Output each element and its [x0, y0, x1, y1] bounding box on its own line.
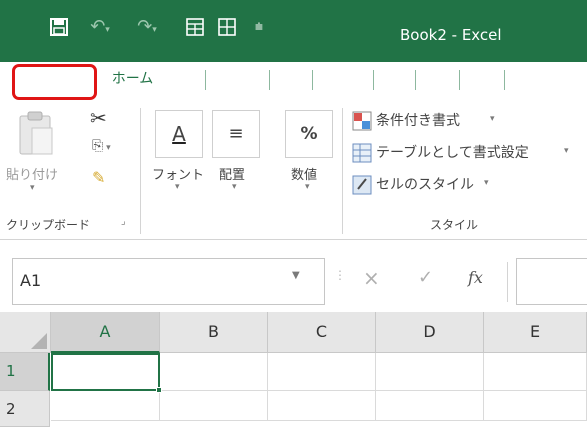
tab-data[interactable]: データ [313, 62, 373, 96]
tab-inquire[interactable]: 検査 [505, 62, 549, 96]
copy-icon[interactable]: ⎘ ▾ [92, 138, 126, 160]
redo-icon[interactable]: ↷▾ [132, 14, 162, 40]
name-box[interactable] [12, 258, 325, 305]
conditional-format-label: 条件付き書式 [376, 113, 460, 129]
alignment-button[interactable]: ≡ [212, 110, 260, 158]
formula-bar-grip[interactable]: ⋮ [334, 268, 346, 282]
tab-insert[interactable]: 挿入 [164, 62, 205, 96]
alignment-label: 配置 [219, 168, 246, 183]
paste-label: 貼り付け [6, 168, 59, 183]
cut-icon[interactable]: ✂ [90, 106, 114, 130]
tab-review[interactable]: 校閲 [374, 62, 415, 96]
column-header-c[interactable]: C [268, 312, 376, 353]
number-dropdown-caret: ▾ [305, 182, 310, 192]
conditional-format-caret: ▾ [490, 114, 495, 124]
enter-icon[interactable]: ✓ [418, 267, 433, 288]
alignment-dropdown-caret: ▾ [232, 182, 237, 192]
format-as-table-icon [352, 143, 372, 163]
paste-button[interactable]: 貼り付け ▾ [6, 110, 62, 202]
formula-input[interactable] [516, 258, 587, 305]
format-painter-icon[interactable]: ✎ [92, 168, 116, 190]
column-header-a[interactable]: A [51, 312, 160, 353]
clipboard-icon [19, 111, 53, 155]
font-button[interactable]: A [155, 110, 203, 158]
clipboard-launcher-icon[interactable]: ⌟ [121, 216, 126, 227]
column-header-b[interactable]: B [160, 312, 268, 353]
cell-e1[interactable] [484, 353, 587, 391]
cell-b1[interactable] [160, 353, 268, 391]
tab-home[interactable]: ホーム [101, 62, 164, 96]
cell-b2[interactable] [160, 391, 268, 421]
clipboard-group-label: クリップボード [6, 218, 91, 232]
number-format-button[interactable]: % [285, 110, 333, 158]
customize-qat-icon[interactable]: ⩧ [252, 14, 266, 40]
cell-d2[interactable] [376, 391, 484, 421]
select-all-button[interactable] [0, 312, 51, 353]
cell-d1[interactable] [376, 353, 484, 391]
table-icon[interactable] [183, 14, 207, 40]
number-label: 数値 [291, 168, 318, 183]
name-box-value: A1 [20, 271, 42, 290]
cell-styles-caret: ▾ [484, 178, 489, 188]
tab-page-layout[interactable]: ページ [206, 62, 269, 96]
cell-c1[interactable] [268, 353, 376, 391]
formula-separator [507, 262, 508, 302]
cell-styles-label: セルのスタイル [376, 177, 474, 193]
percent-icon: % [300, 124, 318, 144]
window-title: Book2 - Excel [400, 26, 502, 44]
undo-icon[interactable]: ↶▾ [85, 14, 115, 40]
group-separator [140, 108, 141, 234]
cell-c2[interactable] [268, 391, 376, 421]
column-header-e[interactable]: E [484, 312, 587, 353]
styles-group-label: スタイル [430, 218, 479, 232]
column-header-d[interactable]: D [376, 312, 484, 353]
row-header-1[interactable]: 1 [0, 353, 50, 391]
conditional-format-icon [352, 111, 372, 131]
tab-formulas[interactable]: 数式 [270, 62, 312, 96]
cell-e2[interactable] [484, 391, 587, 421]
tab-view[interactable]: 表示 [416, 62, 459, 96]
font-label: フォント [152, 168, 205, 183]
save-icon[interactable] [48, 14, 70, 40]
alignment-icon: ≡ [228, 123, 244, 144]
tab-developer[interactable]: 開発 [460, 62, 504, 96]
insert-function-icon[interactable]: fx [468, 268, 483, 287]
cancel-icon[interactable]: × [363, 266, 380, 290]
paste-dropdown-caret: ▾ [30, 183, 35, 193]
cell-a2[interactable] [51, 391, 160, 421]
format-as-table-caret: ▾ [564, 146, 569, 156]
cell-styles-icon [352, 175, 372, 195]
font-dropdown-caret: ▾ [175, 182, 180, 192]
active-cell-border [51, 353, 160, 391]
font-icon: A [172, 122, 186, 146]
file-tab-highlight [12, 64, 97, 100]
fill-handle[interactable] [156, 387, 162, 393]
name-box-dropdown-icon[interactable]: ▼ [292, 270, 300, 281]
grid-icon[interactable] [215, 14, 239, 40]
row-header-2[interactable]: 2 [0, 391, 50, 427]
format-as-table-label: テーブルとして書式設定 [376, 145, 529, 161]
group-separator [342, 108, 343, 234]
